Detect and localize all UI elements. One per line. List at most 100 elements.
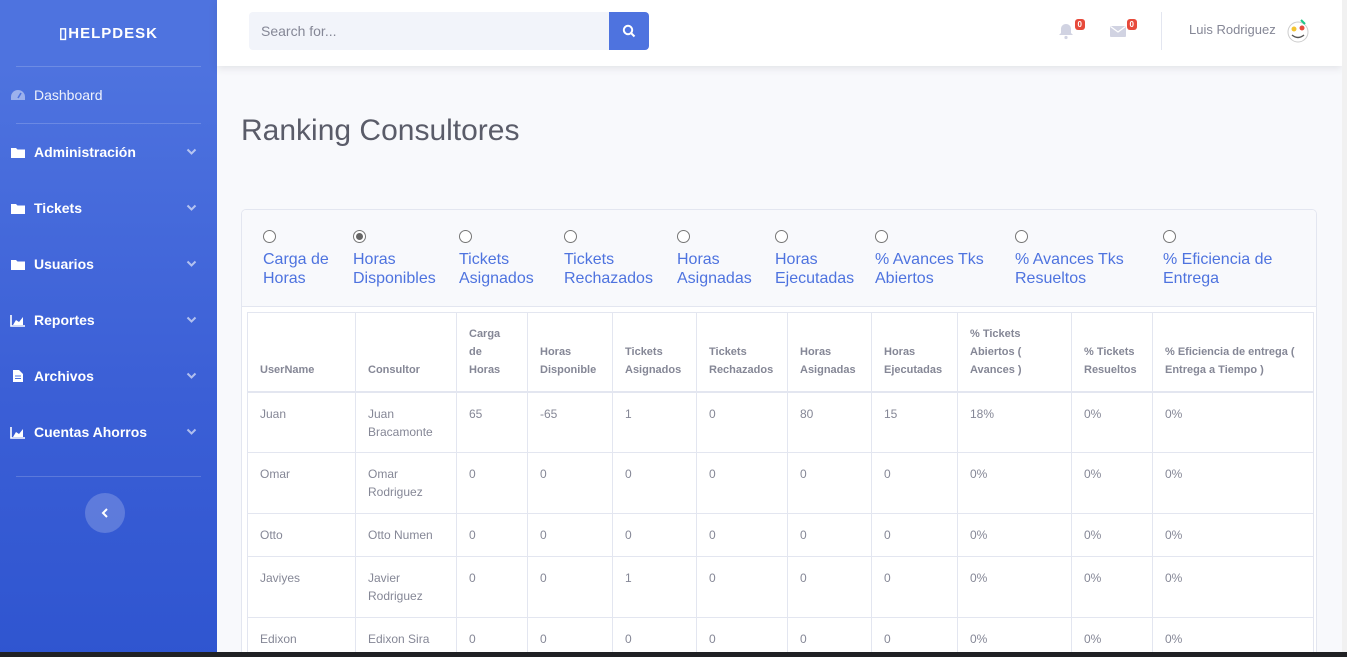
chevron-down-icon (183, 372, 199, 380)
sidebar-item-label: Reportes (34, 312, 95, 328)
alerts-badge: 0 (1074, 19, 1085, 30)
option-label: % Eficiencia de Entrega (1163, 251, 1273, 287)
column-header[interactable]: % Eficiencia de entrega ( Entrega a Tiem… (1152, 312, 1314, 392)
radio-button[interactable] (875, 230, 888, 243)
table-cell: 0 (527, 556, 613, 618)
chart-area-icon (10, 313, 26, 327)
ranking-option[interactable]: Carga de Horas (263, 230, 329, 288)
brand-logo[interactable]: ▯HELPDESK (0, 0, 217, 66)
table-cell: 0% (1071, 452, 1153, 514)
sidebar-item-reportes[interactable]: Reportes (0, 292, 217, 348)
radio-button[interactable] (1015, 230, 1028, 243)
alerts-dropdown[interactable]: 0 (1057, 19, 1085, 42)
column-header[interactable]: Carga de Horas (456, 312, 528, 392)
table-cell: 80 (787, 391, 872, 453)
option-label: Horas Asignadas (677, 251, 752, 287)
ranking-table: UserName Consultor Carga de Horas Horas Dis… (247, 312, 1314, 657)
sidebar-item-archivos[interactable]: Archivos (0, 348, 217, 404)
chevron-down-icon (183, 204, 199, 212)
option-label: % Avances Tks Resueltos (1015, 251, 1124, 287)
column-header[interactable]: Horas Asignadas (787, 312, 872, 392)
sidebar-divider (16, 476, 201, 477)
column-header[interactable]: Tickets Rechazados (696, 312, 788, 392)
column-header[interactable]: UserName (247, 312, 356, 392)
column-header[interactable]: Horas Disponible (527, 312, 613, 392)
ranking-option[interactable]: % Avances Tks Resueltos (1015, 230, 1124, 288)
table-cell: Otto (247, 513, 356, 557)
search-input[interactable] (249, 12, 609, 50)
radio-button[interactable] (564, 230, 577, 243)
table-cell: 0 (696, 556, 788, 618)
table-cell: 0 (456, 556, 528, 618)
table-cell: 1 (612, 391, 697, 453)
chevron-down-icon (183, 428, 199, 436)
column-header[interactable]: Tickets Asignados (612, 312, 697, 392)
radio-button[interactable] (677, 230, 690, 243)
ranking-option[interactable]: % Avances Tks Abiertos (875, 230, 984, 288)
user-name[interactable]: Luis Rodriguez (1189, 22, 1276, 37)
sidebar-item-tickets[interactable]: Tickets (0, 180, 217, 236)
column-header[interactable]: % Tickets Abiertos ( Avances ) (957, 312, 1072, 392)
tachometer-icon (10, 88, 26, 102)
table-cell: 0% (957, 513, 1072, 557)
table-cell: 0 (871, 556, 958, 618)
table-cell: 0 (696, 513, 788, 557)
ranking-option[interactable]: Tickets Asignados (459, 230, 534, 288)
table-cell: 18% (957, 391, 1072, 453)
table-cell: 0% (1152, 391, 1314, 453)
ranking-option[interactable]: Horas Asignadas (677, 230, 752, 288)
column-header[interactable]: % Tickets Resueltos (1071, 312, 1153, 392)
column-header[interactable]: Horas Ejecutadas (871, 312, 958, 392)
table-cell: 0 (527, 513, 613, 557)
chevron-down-icon (183, 148, 199, 156)
messages-badge: 0 (1126, 19, 1137, 30)
chart-area-icon (10, 425, 26, 439)
sidebar-item-dashboard[interactable]: Dashboard (0, 67, 217, 123)
avatar[interactable] (1283, 16, 1313, 46)
ranking-option[interactable]: Horas Ejecutadas (775, 230, 854, 288)
option-label: Carga de Horas (263, 251, 329, 287)
table-cell: 0 (871, 513, 958, 557)
sidebar-item-cuentas-ahorros[interactable]: Cuentas Ahorros (0, 404, 217, 460)
envelope-icon (1110, 26, 1126, 37)
table-cell: 0 (612, 452, 697, 514)
table-row: Javiyes Javier Rodriguez 0 0 1 0 0 0 0% 0% 0% (247, 556, 1314, 618)
sidebar-item-label: Administración (34, 144, 136, 160)
sidebar-item-usuarios[interactable]: Usuarios (0, 236, 217, 292)
table-cell: 0 (456, 452, 528, 514)
table-cell: Omar Rodriguez (355, 452, 457, 514)
topbar: 0 0 Luis Rodriguez (217, 0, 1342, 66)
option-label: % Avances Tks Abiertos (875, 251, 984, 287)
table-cell: 0% (957, 452, 1072, 514)
search-button[interactable] (609, 12, 649, 50)
search-form (249, 12, 649, 50)
folder-icon (10, 257, 26, 271)
file-icon (10, 369, 26, 383)
table-row: Omar Omar Rodriguez 0 0 0 0 0 0 0% 0% 0% (247, 452, 1314, 514)
ranking-option[interactable]: Tickets Rechazados (564, 230, 653, 288)
radio-button[interactable] (263, 230, 276, 243)
table-cell: 0% (1152, 452, 1314, 514)
ranking-card: Carga de Horas Horas Disponibles Tickets Asig… (241, 209, 1317, 657)
table-cell: 0% (957, 556, 1072, 618)
ranking-option[interactable]: % Eficiencia de Entrega (1163, 230, 1272, 288)
messages-dropdown[interactable]: 0 (1109, 19, 1137, 42)
page-scrollbar[interactable] (1342, 0, 1347, 657)
radio-button[interactable] (459, 230, 472, 243)
ranking-options: Carga de Horas Horas Disponibles Tickets Asig… (242, 210, 1316, 307)
table-cell: Otto Numen (355, 513, 457, 557)
ranking-option[interactable]: Horas Disponibles (353, 230, 436, 288)
sidebar-item-administraci-n[interactable]: Administración (0, 124, 217, 180)
table-cell: Juan (247, 391, 356, 453)
radio-button[interactable] (353, 230, 366, 243)
radio-button[interactable] (775, 230, 788, 243)
topbar-divider (1161, 12, 1162, 50)
sidebar: ▯HELPDESK Dashboard Administración Ticket… (0, 0, 217, 657)
table-cell: Omar (247, 452, 356, 514)
table-cell: -65 (527, 391, 613, 453)
table-row: Juan Juan Bracamonte 65 -65 1 0 80 15 18% 0% 0% (247, 391, 1314, 453)
radio-button[interactable] (1163, 230, 1176, 243)
folder-icon (10, 201, 26, 215)
column-header[interactable]: Consultor (355, 312, 457, 392)
sidebar-toggle-button[interactable] (85, 493, 125, 533)
